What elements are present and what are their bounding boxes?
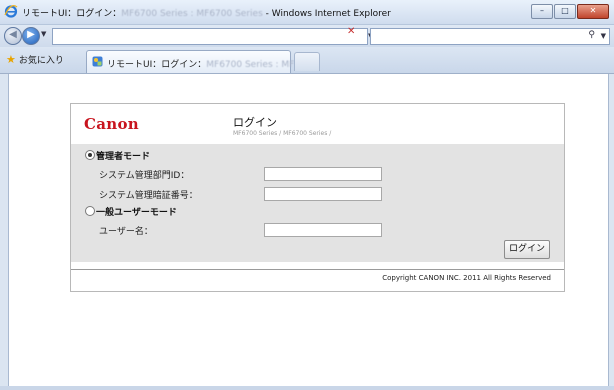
tab-title: リモートUI：ログイン：MF6700 Series : MF ... — [107, 57, 306, 70]
login-form: 管理者モード システム管理部門ID： システム管理暗証番号： 一般ユーザーモード… — [71, 144, 564, 262]
window-title: リモートUI：ログイン：MF6700 Series : MF6700 Serie… — [22, 6, 391, 19]
search-icon[interactable]: ⚲ — [588, 30, 595, 40]
page-viewport: Canon ログイン MF6700 Series / MF6700 Series… — [8, 74, 609, 386]
tab-bar: ★ お気に入り リモートUI：ログイン：MF6700 Series : MF .… — [0, 47, 614, 74]
tab-title-model: MF6700 Series : MF — [206, 60, 295, 70]
ie-logo-icon — [4, 4, 18, 18]
login-header: Canon ログイン MF6700 Series / MF6700 Series… — [71, 104, 564, 144]
login-button[interactable]: ログイン — [504, 240, 550, 259]
search-box[interactable]: ⚲ ▼ — [370, 28, 610, 45]
back-arrow-icon: ◀ — [9, 29, 17, 40]
search-dropdown-icon[interactable]: ▼ — [601, 32, 606, 40]
window-title-bar[interactable]: リモートUI：ログイン：MF6700 Series : MF6700 Serie… — [0, 0, 614, 25]
remote-ui-page-icon — [92, 56, 103, 67]
window-controls: – □ ✕ — [530, 4, 609, 19]
minimize-button[interactable]: – — [531, 4, 553, 19]
username-input[interactable] — [264, 223, 382, 237]
close-window-button[interactable]: ✕ — [577, 4, 609, 19]
login-panel: Canon ログイン MF6700 Series / MF6700 Series… — [70, 103, 565, 292]
maximize-button[interactable]: □ — [554, 4, 576, 19]
admin-mode-radio[interactable] — [85, 150, 95, 160]
tab-remote-ui-login[interactable]: リモートUI：ログイン：MF6700 Series : MF ... — [86, 50, 306, 73]
favorites-button[interactable]: ★ お気に入り — [6, 53, 64, 66]
window-title-prefix: リモートUI：ログイン： — [22, 9, 122, 19]
general-mode-radio[interactable] — [85, 206, 95, 216]
window-title-suffix: - Windows Internet Explorer — [262, 9, 391, 19]
history-dropdown-icon[interactable]: ▼ — [41, 30, 46, 38]
dept-id-label: システム管理部門ID： — [99, 171, 190, 181]
star-icon: ★ — [6, 53, 16, 66]
general-mode-label: 一般ユーザーモード — [96, 208, 177, 218]
forward-button[interactable]: ▶ — [22, 27, 40, 45]
stop-icon[interactable]: ✕ — [347, 26, 355, 37]
back-button[interactable]: ◀ — [4, 27, 22, 45]
pin-input[interactable] — [264, 187, 382, 201]
new-tab-button[interactable] — [294, 52, 320, 71]
status-bar — [0, 386, 614, 390]
admin-mode-label: 管理者モード — [96, 152, 151, 162]
dept-id-input[interactable] — [264, 167, 382, 181]
pin-label: システム管理暗証番号： — [99, 191, 198, 201]
page-title: ログイン — [233, 116, 277, 129]
address-bar[interactable]: ▼ — [52, 28, 373, 45]
forward-arrow-icon: ▶ — [27, 29, 35, 40]
favorites-label: お気に入り — [18, 56, 64, 66]
copyright-text: Copyright CANON INC. 2011 All Rights Res… — [382, 274, 551, 282]
navigation-bar: ◀ ▶ ▼ ▼ ↻ ✕ ⚲ ▼ — [0, 25, 614, 47]
device-model: MF6700 Series / MF6700 Series / — [233, 130, 332, 137]
window-title-model: MF6700 Series : MF6700 Series — [121, 9, 263, 19]
tab-title-prefix: リモートUI：ログイン： — [107, 60, 207, 70]
username-label: ユーザー名： — [99, 227, 153, 237]
canon-logo: Canon — [84, 115, 139, 133]
footer-divider — [71, 269, 564, 270]
